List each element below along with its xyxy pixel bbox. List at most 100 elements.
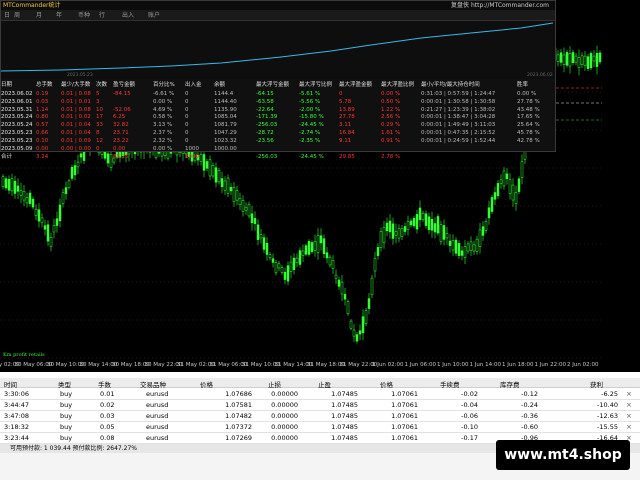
order-cell-cur: 1.07061	[391, 401, 418, 409]
stats-cell: 12	[96, 137, 103, 144]
stats-cell: 45.78 %	[517, 130, 540, 136]
candle-body	[496, 183, 500, 197]
candle-body	[409, 220, 413, 226]
candle-body	[226, 177, 230, 194]
close-order-icon[interactable]: ×	[626, 412, 632, 420]
candle-body	[61, 192, 65, 204]
order-cell-cur: 1.07061	[391, 412, 418, 420]
time-label: 1 Jun 22:00	[534, 362, 566, 368]
stats-cell: 最大浮盈金额	[339, 82, 373, 88]
order-cell-price: 1.07269	[225, 434, 252, 442]
order-cell-type: buy	[60, 423, 73, 431]
stats-cell: 0.01 | 0.01	[61, 98, 91, 105]
order-cell-symbol: eurusd	[146, 401, 169, 409]
candle-body	[28, 192, 32, 204]
candle-body	[286, 265, 290, 282]
toolbar-item[interactable]: 账户	[148, 11, 160, 20]
toolbar-item[interactable]: 周	[14, 11, 20, 20]
toolbar-item[interactable]: 行	[99, 11, 105, 20]
candle-body	[244, 206, 248, 211]
candle-body	[7, 178, 11, 191]
stats-cell: 23.71	[113, 130, 129, 136]
watermark-logo: www.mt4.shop	[496, 440, 630, 470]
candle-body	[436, 216, 440, 234]
stats-cell: -15.80 %	[299, 114, 324, 121]
candle-body	[256, 224, 260, 240]
order-cell-sl: 0.00000	[271, 423, 298, 431]
orders-column-header[interactable]: 获利	[590, 379, 603, 389]
order-row[interactable]: 3:44:47 buy 0.02 eurusd 1.07581 0.00000 1.0748…	[0, 400, 640, 411]
candle-body	[361, 316, 365, 334]
stats-cell: 0	[185, 114, 189, 121]
orders-column-header[interactable]: 止盈	[318, 379, 331, 389]
stats-cell: 2023.05.31	[1, 106, 33, 113]
candle-body	[562, 54, 566, 65]
stats-cell: 1047.29	[214, 130, 237, 136]
candle-body	[517, 178, 521, 192]
stats-cell: 0:00:01 | 1:49:49 | 3:11:03	[421, 122, 496, 129]
candle-body	[487, 207, 491, 219]
candle-body	[238, 197, 242, 205]
candle-body	[415, 214, 419, 230]
orders-column-header[interactable]: 价格	[200, 379, 213, 389]
orders-column-header[interactable]: 价格	[380, 379, 393, 389]
stats-cell: 5	[96, 91, 100, 97]
close-order-icon[interactable]: ×	[626, 390, 632, 398]
stats-cell: 0	[96, 145, 100, 152]
stats-cell: 0.10	[36, 137, 49, 144]
stats-row: 2023.05.23 0.10 0.01 | 0.09 12 23.22 2.32 % 0 1…	[1, 137, 555, 145]
stats-cell: 0.03	[36, 98, 49, 105]
close-order-icon[interactable]: ×	[626, 401, 632, 409]
order-cell-tp: 1.07485	[331, 423, 358, 431]
order-cell-cur: 1.07061	[391, 423, 418, 431]
candle-body	[16, 185, 20, 192]
stats-cell: 0	[185, 137, 189, 144]
candle-body	[253, 218, 257, 224]
stats-row: 2023.05.24 0.80 0.01 | 0.02 17 6.25 0.58 % 0 10…	[1, 113, 555, 121]
panel-site-link[interactable]: 复盘侠 http://MTCommander.com	[451, 1, 549, 10]
order-row[interactable]: 3:30:06 buy 0.01 eurusd 1.07686 0.00000 1.0748…	[0, 389, 640, 400]
candle-body	[424, 213, 428, 226]
order-row[interactable]: 3:18:32 buy 0.05 eurusd 1.07372 0.00000 1.0748…	[0, 422, 640, 433]
stats-cell: 最大浮亏比例	[299, 82, 333, 88]
stats-cell: 总手数	[36, 82, 53, 88]
candle-body	[403, 226, 407, 232]
stats-row: 2023.05.31 1.14 0.01 | 0.08 10 -52.06 4.69 % 0…	[1, 106, 555, 114]
toolbar-item[interactable]: 月	[36, 11, 42, 20]
candle-body	[334, 274, 338, 279]
candle-body	[280, 267, 284, 273]
candle-body	[577, 57, 581, 68]
stats-cell: 3.24	[36, 154, 49, 161]
order-row[interactable]: 3:47:08 buy 0.03 eurusd 1.07482 0.00000 1.0748…	[0, 411, 640, 422]
orders-column-header[interactable]: 手续费	[440, 379, 460, 389]
order-cell-symbol: eurusd	[146, 390, 169, 398]
orders-column-header[interactable]: 类型	[58, 379, 71, 389]
stats-cell: 25.64 %	[517, 122, 540, 129]
close-order-icon[interactable]: ×	[626, 423, 632, 431]
order-cell-swap: -0.24	[521, 401, 538, 409]
order-cell-tp: 1.07485	[331, 412, 358, 420]
orders-column-header[interactable]: 时间	[4, 379, 17, 389]
stats-cell: 日期	[1, 82, 13, 88]
toolbar-item[interactable]: 出入	[122, 11, 134, 20]
stats-cell: -28.72	[256, 130, 274, 136]
stats-cell: 盈亏金额	[113, 82, 136, 88]
stats-cell: 0.00 %	[517, 91, 537, 97]
time-label: 2 Jun 02:00	[567, 362, 599, 368]
toolbar-item[interactable]: 币种	[78, 11, 90, 20]
stats-cell: 3.11	[339, 122, 352, 129]
candle-body	[400, 228, 404, 237]
stats-row: 2023.05.09 0.00 0.00 | 0.00 0 0.00 0.00 % 1000…	[1, 145, 555, 153]
orders-column-header[interactable]: 手数	[98, 379, 111, 389]
toolbar-item[interactable]: 年	[56, 11, 62, 20]
stats-cell: 0.91 %	[381, 137, 401, 144]
orders-column-header[interactable]: 止损	[268, 379, 281, 389]
stats-cell: 2.32 %	[153, 137, 173, 144]
toolbar-item[interactable]: 日	[4, 11, 10, 20]
stats-cell: 27.78	[339, 114, 355, 121]
candle-body	[43, 225, 47, 230]
stats-cell: 1000	[185, 154, 199, 161]
candle-body	[406, 221, 410, 230]
orders-column-header[interactable]: 库存费	[500, 379, 520, 389]
orders-column-header[interactable]: 交易品种	[140, 379, 166, 389]
